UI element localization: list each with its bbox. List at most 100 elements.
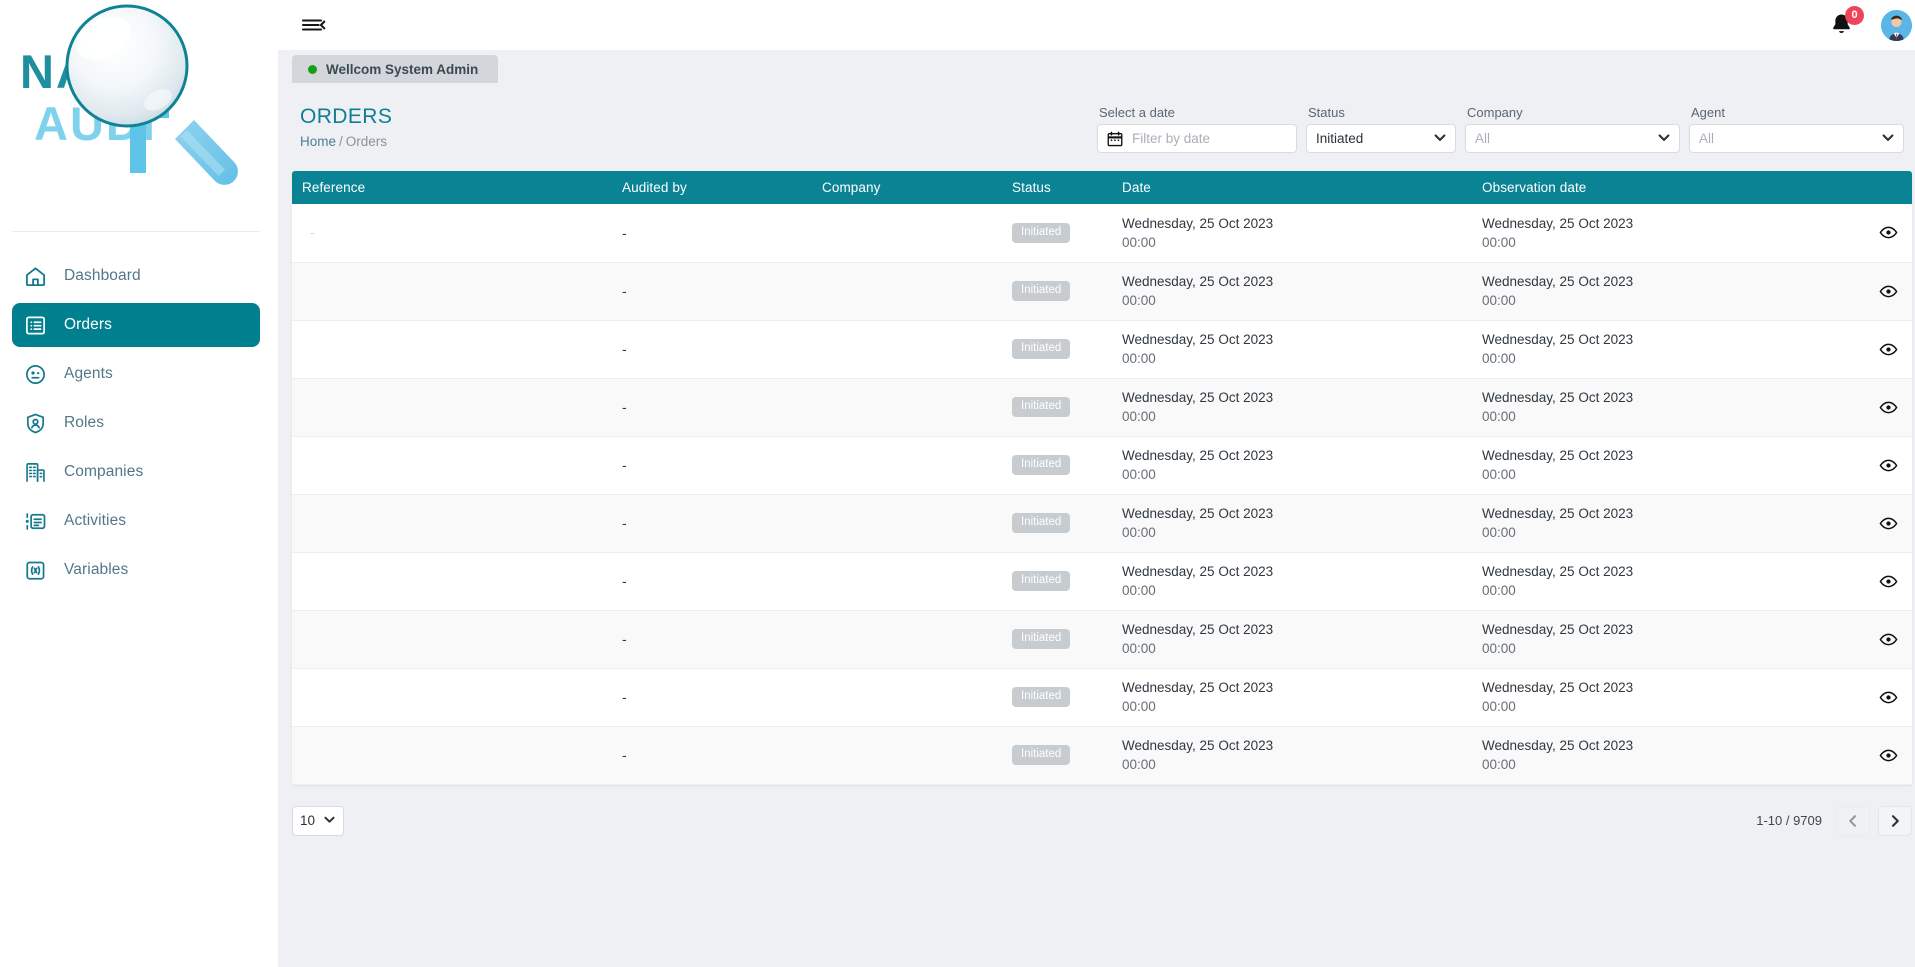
table-row[interactable]: -InitiatedWednesday, 25 Oct 202300:00Wed…: [292, 494, 1912, 552]
table-row[interactable]: -InitiatedWednesday, 25 Oct 202300:00Wed…: [292, 378, 1912, 436]
observation-time-value: 00:00: [1482, 525, 1822, 540]
table-row[interactable]: --InitiatedWednesday, 25 Oct 202300:00We…: [292, 204, 1912, 262]
cell-date: Wednesday, 25 Oct 2023 00:00: [1112, 552, 1472, 610]
date-time-value: 00:00: [1122, 409, 1462, 424]
company-filter-select[interactable]: All: [1465, 124, 1680, 153]
table-row[interactable]: -InitiatedWednesday, 25 Oct 202300:00Wed…: [292, 320, 1912, 378]
notification-badge: 0: [1845, 6, 1864, 25]
date-value: Wednesday, 25 Oct 2023: [1122, 564, 1462, 579]
sidebar-item-label: Agents: [64, 365, 113, 383]
date-filter-placeholder: Filter by date: [1132, 131, 1210, 146]
view-order-button[interactable]: [1874, 569, 1902, 593]
column-header-status[interactable]: Status: [1002, 171, 1112, 204]
view-order-button[interactable]: [1874, 743, 1902, 767]
sidebar-item-agents[interactable]: Agents: [12, 352, 260, 396]
next-page-button[interactable]: [1878, 806, 1912, 836]
app-logo[interactable]: NAN AUDI: [12, 0, 260, 232]
breadcrumb-home[interactable]: Home: [300, 134, 336, 149]
view-order-button[interactable]: [1874, 453, 1902, 477]
date-value: Wednesday, 25 Oct 2023: [1122, 274, 1462, 289]
view-order-button[interactable]: [1874, 511, 1902, 535]
status-filter-select[interactable]: Initiated: [1306, 124, 1456, 153]
column-header-date[interactable]: Date: [1112, 171, 1472, 204]
date-value: Wednesday, 25 Oct 2023: [1122, 506, 1462, 521]
view-order-button[interactable]: [1874, 395, 1902, 419]
sidebar-item-orders[interactable]: Orders: [12, 303, 260, 347]
collapse-menu-icon[interactable]: [300, 14, 326, 36]
table-row[interactable]: -InitiatedWednesday, 25 Oct 202300:00Wed…: [292, 726, 1912, 784]
date-filter-input[interactable]: Filter by date: [1097, 124, 1297, 153]
cell-company: [812, 320, 1002, 378]
chevron-down-icon: [323, 813, 336, 829]
page-size-select[interactable]: 10: [292, 806, 344, 836]
date-time-value: 00:00: [1122, 583, 1462, 598]
view-order-button[interactable]: [1874, 221, 1902, 245]
cell-observation-date: Wednesday, 25 Oct 202300:00: [1472, 204, 1832, 262]
date-value: Wednesday, 25 Oct 2023: [1122, 680, 1462, 695]
audited-by-value: -: [622, 747, 627, 763]
status-badge: Initiated: [1012, 745, 1070, 765]
table-row[interactable]: -InitiatedWednesday, 25 Oct 202300:00Wed…: [292, 610, 1912, 668]
tab-wellcom-system-admin[interactable]: Wellcom System Admin: [292, 55, 498, 83]
cell-actions: [1832, 436, 1912, 494]
chevron-right-icon: [1888, 814, 1902, 828]
table-body: --InitiatedWednesday, 25 Oct 202300:00We…: [292, 204, 1912, 784]
column-header-reference[interactable]: Reference: [292, 171, 612, 204]
observation-date-value: Wednesday, 25 Oct 2023: [1482, 680, 1822, 695]
cell-date: Wednesday, 25 Oct 202300:00: [1112, 378, 1472, 436]
status-filter-value: Initiated: [1316, 131, 1363, 146]
notifications-button[interactable]: 0: [1829, 12, 1855, 38]
observation-time-value: 00:00: [1482, 757, 1822, 772]
top-bar-actions: 0: [1829, 10, 1912, 41]
page-title: ORDERS: [300, 105, 392, 129]
column-header-observation-date[interactable]: Observation date: [1472, 171, 1832, 204]
cell-company: [812, 552, 1002, 610]
cell-actions: [1832, 552, 1912, 610]
audited-by-value: -: [622, 399, 627, 415]
sidebar-item-activities[interactable]: Activities: [12, 499, 260, 543]
avatar[interactable]: [1881, 10, 1912, 41]
date-value: Wednesday, 25 Oct 2023: [1122, 216, 1462, 231]
agent-filter-select[interactable]: All: [1689, 124, 1904, 153]
column-header-company[interactable]: Company: [812, 171, 1002, 204]
filter-label: Status: [1306, 105, 1456, 120]
column-header-audited-by[interactable]: Audited by: [612, 171, 812, 204]
table-head: Reference Audited by Company Status Date…: [292, 171, 1912, 204]
sidebar-item-dashboard[interactable]: Dashboard: [12, 254, 260, 298]
chevron-down-icon: [1657, 130, 1671, 147]
cell-company: [812, 262, 1002, 320]
pagination-range: 1-10 / 9709: [1756, 813, 1822, 828]
status-badge: Initiated: [1012, 281, 1070, 301]
audited-by-value: -: [622, 689, 627, 705]
tab-label: Wellcom System Admin: [326, 62, 478, 77]
home-icon: [24, 265, 47, 288]
audited-by-value: -: [622, 573, 627, 589]
cell-observation-date: Wednesday, 25 Oct 202300:00: [1472, 378, 1832, 436]
table-row[interactable]: -InitiatedWednesday, 25 Oct 202300:00Wed…: [292, 552, 1912, 610]
status-badge: Initiated: [1012, 339, 1070, 359]
table-row[interactable]: -InitiatedWednesday, 25 Oct 202300:00Wed…: [292, 262, 1912, 320]
sidebar-item-companies[interactable]: Companies: [12, 450, 260, 494]
date-time-value: 00:00: [1122, 467, 1462, 482]
observation-date-value: Wednesday, 25 Oct 2023: [1482, 738, 1822, 753]
sidebar-item-variables[interactable]: Variables: [12, 548, 260, 592]
observation-time-value: 00:00: [1482, 235, 1822, 250]
cell-actions: [1832, 610, 1912, 668]
date-time-value: 00:00: [1122, 293, 1462, 308]
previous-page-button[interactable]: [1836, 806, 1870, 836]
view-order-button[interactable]: [1874, 279, 1902, 303]
cell-reference: [292, 552, 612, 610]
chevron-left-icon: [1846, 814, 1860, 828]
cell-audited-by: -: [612, 320, 812, 378]
date-time-value: 00:00: [1122, 757, 1462, 772]
view-order-button[interactable]: [1874, 627, 1902, 651]
sidebar-item-roles[interactable]: Roles: [12, 401, 260, 445]
workspace-tabs: Wellcom System Admin: [278, 50, 1915, 83]
cell-actions: [1832, 378, 1912, 436]
date-time-value: 00:00: [1122, 699, 1462, 714]
table-row[interactable]: -InitiatedWednesday, 25 Oct 202300:00Wed…: [292, 436, 1912, 494]
sidebar-item-label: Roles: [64, 414, 104, 432]
view-order-button[interactable]: [1874, 337, 1902, 361]
view-order-button[interactable]: [1874, 685, 1902, 709]
table-row[interactable]: -InitiatedWednesday, 25 Oct 202300:00Wed…: [292, 668, 1912, 726]
